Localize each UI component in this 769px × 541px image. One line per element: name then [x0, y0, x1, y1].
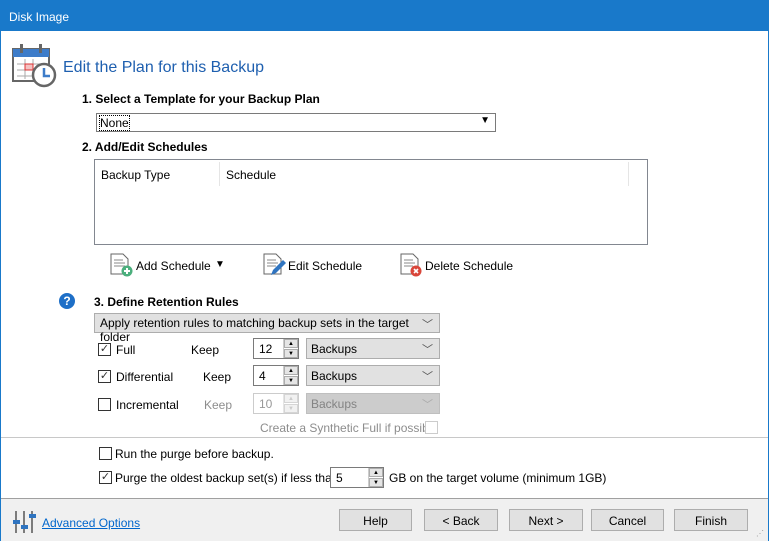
delete-document-icon	[400, 253, 422, 277]
retention-scope-select[interactable]: Apply retention rules to matching backup…	[94, 313, 440, 344]
differential-unit-select[interactable]: Backups ﹀	[306, 365, 440, 386]
incremental-label: Incremental	[116, 398, 179, 412]
differential-checkbox[interactable]: ✓	[98, 370, 111, 383]
incremental-count-spinner[interactable]: 10 ▲ ▼	[253, 393, 299, 414]
add-schedule-label: Add Schedule	[136, 259, 211, 273]
keep-label: Keep	[204, 398, 233, 412]
differential-count-spinner[interactable]: 4 ▲ ▼	[253, 365, 299, 386]
purge-size-spinner[interactable]: 5 ▲ ▼	[330, 467, 384, 488]
spin-down-button[interactable]: ▼	[284, 376, 298, 385]
step3-label: 3. Define Retention Rules	[94, 295, 239, 309]
full-label: Full	[116, 343, 136, 357]
next-button[interactable]: Next >	[509, 509, 583, 531]
add-document-icon	[110, 253, 133, 277]
synthetic-full-checkbox[interactable]	[425, 421, 438, 434]
template-select[interactable]: None ▼	[96, 113, 496, 132]
delete-schedule-button[interactable]: Delete Schedule	[399, 252, 513, 278]
purge-oldest-label: Purge the oldest backup set(s) if less t…	[115, 471, 339, 485]
edit-schedule-label: Edit Schedule	[288, 259, 363, 273]
keep-label: Keep	[191, 343, 220, 357]
schedules-table[interactable]: Backup Type Schedule	[94, 159, 648, 245]
full-unit-select[interactable]: Backups ﹀	[306, 338, 440, 359]
full-count-spinner[interactable]: 12 ▲ ▼	[253, 338, 299, 359]
spin-down-button[interactable]: ▼	[284, 404, 298, 413]
title-bar: Disk Image	[1, 1, 769, 31]
chevron-down-icon: ﹀	[422, 371, 433, 383]
differential-count-value: 4	[259, 369, 266, 383]
divider	[1, 437, 768, 438]
spin-up-button[interactable]: ▲	[284, 366, 298, 375]
spin-down-button[interactable]: ▼	[369, 478, 383, 487]
disk-image-window: Disk Image Edit the Plan for this Backup…	[0, 0, 769, 541]
template-value: None	[99, 115, 130, 131]
purge-size-value: 5	[336, 471, 343, 485]
window-title: Disk Image	[9, 10, 70, 24]
back-button[interactable]: < Back	[424, 509, 498, 531]
incremental-count-value: 10	[259, 397, 273, 411]
spin-up-button[interactable]: ▲	[284, 394, 298, 403]
edit-document-icon	[263, 253, 286, 275]
differential-label: Differential	[116, 370, 174, 384]
incremental-checkbox[interactable]	[98, 398, 111, 411]
purge-suffix-label: GB on the target volume (minimum 1GB)	[389, 471, 607, 485]
help-button[interactable]: Help	[339, 509, 412, 531]
sliders-icon	[13, 511, 36, 533]
run-purge-checkbox[interactable]	[99, 447, 112, 460]
full-checkbox[interactable]: ✓	[98, 343, 111, 356]
purge-oldest-checkbox[interactable]: ✓	[99, 471, 112, 484]
chevron-down-icon: ﹀	[422, 319, 433, 331]
incremental-unit-value: Backups	[311, 397, 358, 411]
full-count-value: 12	[259, 342, 273, 356]
column-header-schedule[interactable]: Schedule	[226, 168, 276, 182]
help-icon[interactable]: ?	[59, 293, 75, 309]
incremental-unit-select[interactable]: Backups ﹀	[306, 393, 440, 414]
keep-label: Keep	[203, 370, 232, 384]
edit-schedule-button[interactable]: Edit Schedule	[262, 252, 362, 278]
calendar-clock-icon	[12, 44, 57, 88]
chevron-down-icon: ﹀	[422, 344, 433, 356]
full-unit-value: Backups	[311, 342, 358, 356]
delete-schedule-label: Delete Schedule	[425, 259, 514, 273]
spin-up-button[interactable]: ▲	[369, 468, 383, 477]
finish-button[interactable]: Finish	[674, 509, 748, 531]
column-divider	[219, 162, 220, 186]
dropdown-arrow-icon[interactable]: ▼	[215, 259, 225, 270]
step1-label: 1. Select a Template for your Backup Pla…	[82, 92, 320, 106]
spin-down-button[interactable]: ▼	[284, 349, 298, 358]
step2-label: 2. Add/Edit Schedules	[82, 140, 208, 154]
chevron-down-icon: ﹀	[422, 399, 433, 411]
dropdown-arrow-icon: ▼	[480, 115, 490, 126]
page-title: Edit the Plan for this Backup	[63, 59, 264, 76]
resize-grip-icon[interactable]: ⋰	[756, 529, 764, 538]
add-schedule-button[interactable]: Add Schedule ▼	[109, 252, 229, 278]
cancel-button[interactable]: Cancel	[591, 509, 664, 531]
differential-unit-value: Backups	[311, 369, 358, 383]
synthetic-full-label: Create a Synthetic Full if possible	[260, 421, 439, 435]
column-header-backup-type[interactable]: Backup Type	[101, 168, 170, 182]
spin-up-button[interactable]: ▲	[284, 339, 298, 348]
column-divider	[628, 162, 629, 186]
advanced-options-link[interactable]: Advanced Options	[42, 516, 140, 530]
run-purge-label: Run the purge before backup.	[115, 447, 274, 461]
